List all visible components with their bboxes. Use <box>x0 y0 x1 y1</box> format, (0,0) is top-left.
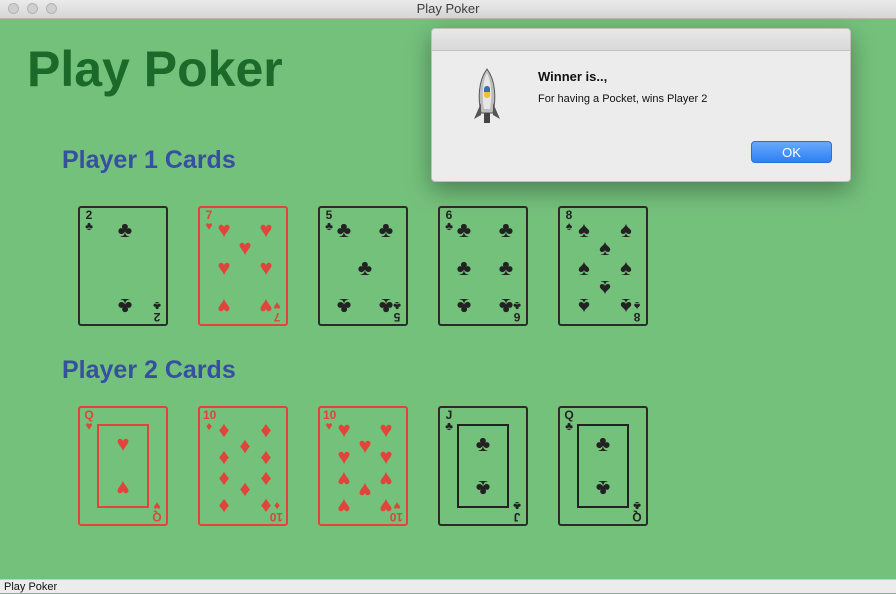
python-rocket-icon <box>474 68 500 123</box>
heart-pip-icon: ♥ <box>238 235 252 260</box>
heart-icon: ♥ <box>116 476 130 501</box>
dialog-titlebar <box>432 29 850 51</box>
heart-pip-icon: ♥ <box>337 467 351 492</box>
diamond-pip-icon: ♦ <box>218 467 230 492</box>
dialog-message: For having a Pocket, wins Player 2 <box>538 93 708 105</box>
court-figure: ♥ ♥ <box>97 424 149 508</box>
heart-pip-icon: ♥ <box>379 444 393 469</box>
club-pip-icon: ♣ <box>498 294 514 319</box>
club-icon: ♣ <box>475 476 491 501</box>
heart-pip-icon: ♥ <box>379 467 393 492</box>
card-queen-of-hearts[interactable]: Q ♥ Q ♥ ♥ ♥ <box>78 406 168 526</box>
court-figure: ♣ ♣ <box>457 424 509 508</box>
diamond-pip-icon: ♦ <box>218 494 230 519</box>
card-suit-small: ♣ <box>565 419 573 433</box>
heart-pip-icon: ♥ <box>337 444 351 469</box>
card-suit-small: ♣ <box>153 299 161 313</box>
card-index-top: Q ♥ <box>83 409 95 433</box>
spade-pip-icon: ♠ <box>578 294 590 319</box>
club-pip-icon: ♣ <box>498 217 514 242</box>
card-7-of-hearts[interactable]: 7 ♥ 7 ♥ ♥ ♥ ♥ ♥ ♥ ♥ ♥ <box>198 206 288 326</box>
club-pip-icon: ♣ <box>357 255 373 280</box>
spade-pip-icon: ♠ <box>620 217 632 242</box>
heart-pip-icon: ♥ <box>217 294 231 319</box>
diamond-pip-icon: ♦ <box>218 417 230 442</box>
card-index-top: J ♣ <box>443 409 455 433</box>
diamond-pip-icon: ♦ <box>239 433 251 458</box>
heart-icon: ♥ <box>116 431 130 456</box>
club-icon: ♣ <box>595 476 611 501</box>
club-icon: ♣ <box>475 431 491 456</box>
card-10-of-diamonds[interactable]: 10 ♦ 10 ♦ ♦ ♦ ♦ ♦ ♦ ♦ ♦ ♦ ♦ ♦ <box>198 406 288 526</box>
card-suit-small: ♣ <box>513 499 521 513</box>
spade-pip-icon: ♠ <box>578 255 590 280</box>
heart-pip-icon: ♥ <box>337 417 351 442</box>
club-pip-icon: ♣ <box>336 217 352 242</box>
card-index-bottom: Q ♣ <box>631 499 643 524</box>
player-1-label: Player 1 Cards <box>62 146 236 174</box>
club-pip-icon: ♣ <box>498 255 514 280</box>
diamond-pip-icon: ♦ <box>260 494 272 519</box>
card-index-top: Q ♣ <box>563 409 575 433</box>
club-pip-icon: ♣ <box>456 255 472 280</box>
heart-pip-icon: ♥ <box>379 494 393 519</box>
card-queen-of-clubs[interactable]: Q ♣ Q ♣ ♣ ♣ <box>558 406 648 526</box>
card-10-of-hearts[interactable]: 10 ♥ 10 ♥ ♥ ♥ ♥ ♥ ♥ ♥ ♥ ♥ ♥ ♥ <box>318 406 408 526</box>
heart-pip-icon: ♥ <box>379 417 393 442</box>
card-jack-of-clubs[interactable]: J ♣ J ♣ ♣ ♣ <box>438 406 528 526</box>
page-title: Play Poker <box>27 41 283 97</box>
window-title: Play Poker <box>416 1 480 16</box>
window-titlebar[interactable]: Play Poker <box>0 0 896 19</box>
card-index-top: 2 ♣ <box>83 209 95 233</box>
club-pip-icon: ♣ <box>336 294 352 319</box>
club-pip-icon: ♣ <box>117 217 133 242</box>
club-pip-icon: ♣ <box>378 294 394 319</box>
heart-pip-icon: ♥ <box>358 433 372 458</box>
status-bar: Play Poker <box>0 579 896 593</box>
club-icon: ♣ <box>595 431 611 456</box>
club-pip-icon: ♣ <box>456 217 472 242</box>
heart-pip-icon: ♥ <box>259 217 273 242</box>
card-index-bottom: 2 ♣ <box>151 299 163 324</box>
club-pip-icon: ♣ <box>456 294 472 319</box>
diamond-pip-icon: ♦ <box>239 478 251 503</box>
winner-dialog: Winner is.., For having a Pocket, wins P… <box>431 28 851 182</box>
court-figure: ♣ ♣ <box>577 424 629 508</box>
heart-pip-icon: ♥ <box>217 217 231 242</box>
club-pip-icon: ♣ <box>378 217 394 242</box>
heart-pip-icon: ♥ <box>259 294 273 319</box>
player-2-label: Player 2 Cards <box>62 356 236 384</box>
card-5-of-clubs[interactable]: 5 ♣ 5 ♣ ♣ ♣ ♣ ♣ ♣ <box>318 206 408 326</box>
club-pip-icon: ♣ <box>117 294 133 319</box>
card-2-of-clubs[interactable]: 2 ♣ 2 ♣ ♣ ♣ <box>78 206 168 326</box>
card-6-of-clubs[interactable]: 6 ♣ 6 ♣ ♣ ♣ ♣ ♣ ♣ ♣ <box>438 206 528 326</box>
heart-pip-icon: ♥ <box>358 478 372 503</box>
spade-pip-icon: ♠ <box>578 217 590 242</box>
card-8-of-spades[interactable]: 8 ♠ 8 ♠ ♠ ♠ ♠ ♠ ♠ ♠ ♠ ♠ <box>558 206 648 326</box>
spade-pip-icon: ♠ <box>599 235 611 260</box>
heart-pip-icon: ♥ <box>217 255 231 280</box>
heart-pip-icon: ♥ <box>337 494 351 519</box>
spade-pip-icon: ♠ <box>599 276 611 301</box>
spade-pip-icon: ♠ <box>620 294 632 319</box>
spade-pip-icon: ♠ <box>620 255 632 280</box>
diamond-pip-icon: ♦ <box>260 467 272 492</box>
diamond-pip-icon: ♦ <box>218 444 230 469</box>
card-index-bottom: J ♣ <box>511 499 523 524</box>
diamond-pip-icon: ♦ <box>260 444 272 469</box>
card-suit-small: ♣ <box>445 419 453 433</box>
card-index-bottom: Q ♥ <box>151 499 163 524</box>
ok-button[interactable]: OK <box>751 141 832 163</box>
card-suit-small: ♥ <box>85 419 93 433</box>
diamond-pip-icon: ♦ <box>260 417 272 442</box>
dialog-title: Winner is.., <box>538 69 608 84</box>
heart-pip-icon: ♥ <box>259 255 273 280</box>
card-suit-small: ♣ <box>85 219 93 233</box>
